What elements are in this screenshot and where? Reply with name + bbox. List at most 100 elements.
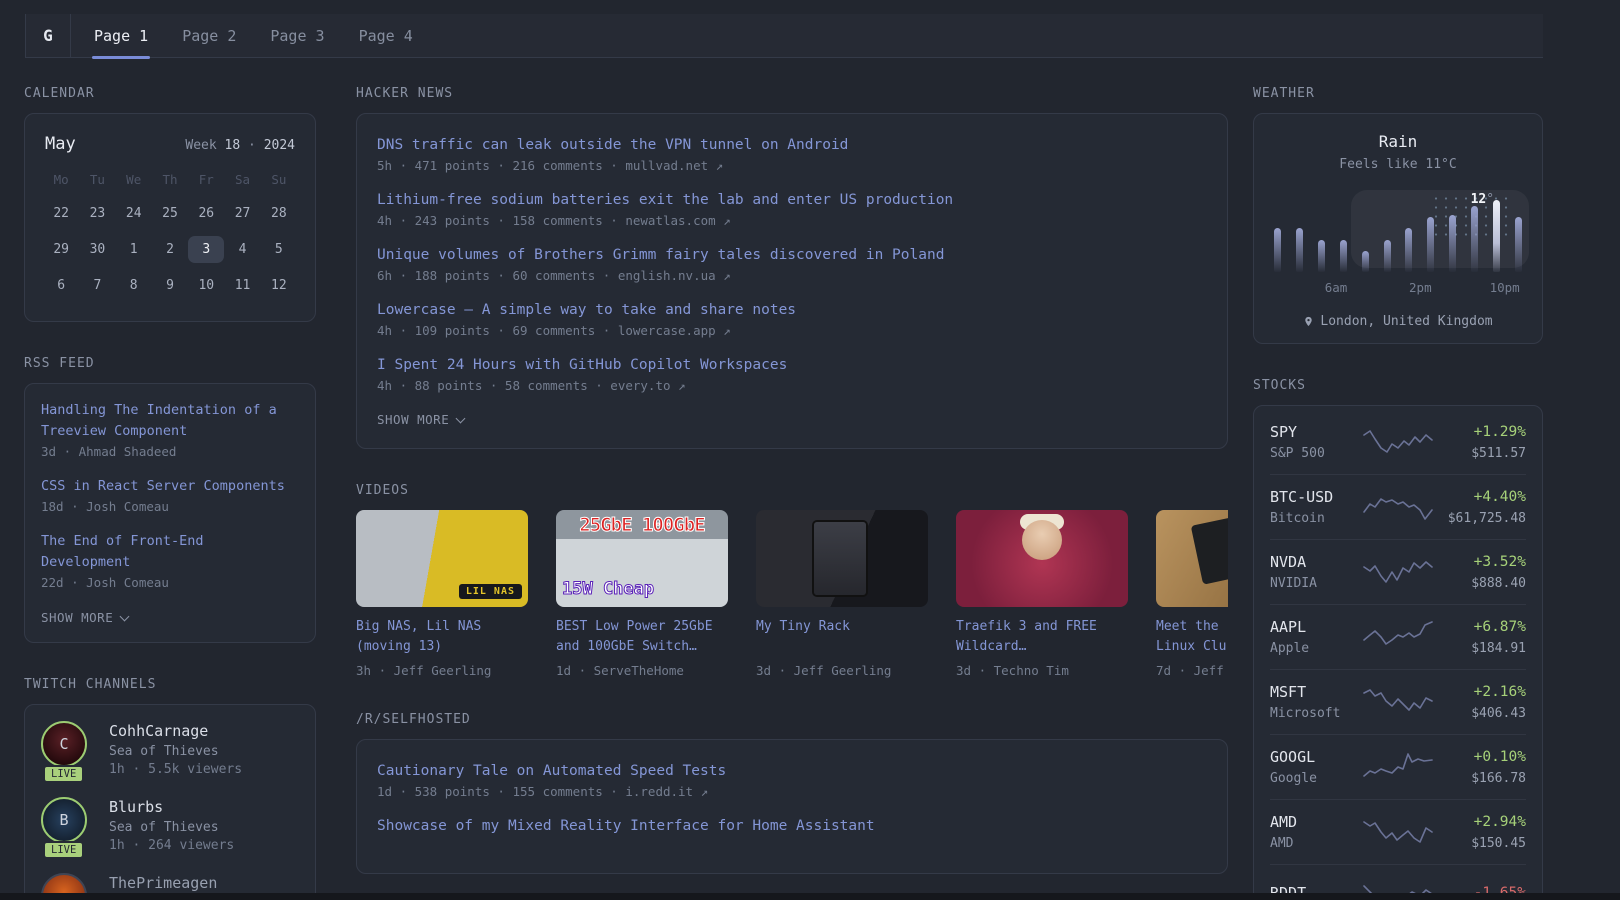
- reddit-item: Showcase of my Mixed Reality Interface f…: [377, 815, 1207, 837]
- video-thumbnail[interactable]: [756, 510, 928, 607]
- video-title-link[interactable]: My Tiny Rack: [756, 617, 928, 657]
- calendar-day: 30: [89, 242, 106, 257]
- show-more-label: SHOW MORE: [41, 610, 114, 625]
- stock-sparkline: [1362, 620, 1434, 654]
- twitch-channel-meta: 1h · 264 viewers: [109, 838, 235, 853]
- video-title-link[interactable]: Traefik 3 and FREE Wildcard…: [956, 617, 1128, 657]
- tab-page-1[interactable]: Page 1: [91, 14, 151, 59]
- weather-widget: WEATHER Rain Feels like 11°C 12° 6am 2pm…: [1253, 86, 1543, 344]
- stock-name: Google: [1270, 771, 1317, 786]
- temperature-bar: [1427, 217, 1435, 272]
- hn-item: Unique volumes of Brothers Grimm fairy t…: [377, 244, 1207, 283]
- stock-identity: AMD AMD: [1270, 813, 1362, 851]
- stock-name: Bitcoin: [1270, 511, 1325, 526]
- weather-location-text: London, United Kingdom: [1320, 314, 1493, 329]
- stock-row[interactable]: SPY S&P 500 +1.29% $511.57: [1270, 410, 1526, 474]
- video-title-link[interactable]: Meet the Linux Clu: [1156, 617, 1228, 657]
- twitch-channel-row[interactable]: C LIVE CohhCarnage Sea of Thieves 1h · 5…: [41, 721, 299, 783]
- stock-values: +6.87% $184.91: [1434, 618, 1526, 656]
- stock-name: AMD: [1270, 836, 1294, 851]
- twitch-channel-name[interactable]: Blurbs: [109, 797, 234, 817]
- calendar-card: May Week 18 · 2024 Mo Tu We Th Fr Sa Su …: [24, 113, 316, 322]
- stock-row[interactable]: MSFT Microsoft +2.16% $406.43: [1270, 669, 1526, 734]
- stock-row[interactable]: AMD AMD +2.94% $150.45: [1270, 799, 1526, 864]
- calendar-day: 25: [162, 206, 178, 221]
- stock-row[interactable]: AAPL Apple +6.87% $184.91: [1270, 604, 1526, 669]
- calendar-day: 9: [166, 278, 174, 293]
- temperature-bar: [1274, 228, 1281, 272]
- stock-symbol: MSFT: [1270, 683, 1307, 701]
- tab-page-2[interactable]: Page 2: [182, 14, 236, 57]
- video-card: LIL NAS Big NAS, Lil NAS (moving 13) 3h …: [356, 510, 528, 678]
- stock-change: +6.87%: [1473, 619, 1526, 635]
- video-thumbnail[interactable]: 25GbE 100GbE 15W Cheap: [556, 510, 728, 607]
- videos-section-title: VIDEOS: [356, 483, 409, 498]
- rss-card: Handling The Indentation of a Treeview C…: [24, 383, 316, 643]
- weather-condition: Rain: [1378, 132, 1418, 151]
- tab-page-3[interactable]: Page 3: [270, 14, 324, 57]
- stock-change: +2.94%: [1473, 814, 1526, 830]
- video-meta: 3d · Techno Tim: [956, 663, 1069, 678]
- hn-item-meta: 6h · 188 points · 60 comments · english.…: [377, 268, 731, 283]
- stock-symbol: SPY: [1270, 423, 1298, 441]
- calendar-day: 8: [129, 278, 138, 293]
- video-card: My Tiny Rack 3d · Jeff Geerling: [756, 510, 928, 678]
- axis-label: 2pm: [1409, 280, 1432, 295]
- video-title-link[interactable]: BEST Low Power 25GbE and 100GbE Switch…: [556, 617, 728, 657]
- video-thumbnail[interactable]: FA: [1156, 510, 1228, 607]
- face-graphic: [1022, 520, 1062, 560]
- hn-item: DNS traffic can leak outside the VPN tun…: [377, 134, 1207, 173]
- thumbnail-badge: LIL NAS: [458, 584, 522, 599]
- video-thumbnail[interactable]: [956, 510, 1128, 607]
- stock-values: +1.29% $511.57: [1434, 423, 1526, 461]
- twitch-channel-name[interactable]: ThePrimeagen: [109, 873, 217, 893]
- location-pin-icon: [1305, 316, 1313, 327]
- reddit-item-link[interactable]: Showcase of my Mixed Reality Interface f…: [377, 815, 1207, 837]
- hn-item-link[interactable]: Lowercase – A simple way to take and sha…: [377, 299, 1207, 321]
- weather-section-title: WEATHER: [1253, 86, 1315, 101]
- rss-show-more-button[interactable]: SHOW MORE: [41, 610, 130, 625]
- stock-price: $166.78: [1471, 771, 1526, 786]
- hn-item-link[interactable]: DNS traffic can leak outside the VPN tun…: [377, 134, 1207, 156]
- twitch-channel-row[interactable]: B LIVE Blurbs Sea of Thieves 1h · 264 vi…: [41, 797, 299, 859]
- video-meta: 3d · Jeff Geerling: [756, 663, 892, 678]
- hacker-news-widget: HACKER NEWS DNS traffic can leak outside…: [356, 86, 1228, 449]
- hn-item-link[interactable]: Unique volumes of Brothers Grimm fairy t…: [377, 244, 1207, 266]
- stock-values: +4.40% $61,725.48: [1434, 488, 1526, 526]
- hn-show-more-button[interactable]: SHOW MORE: [377, 412, 466, 427]
- rss-item-link[interactable]: CSS in React Server Components: [41, 476, 299, 497]
- stock-row[interactable]: BTC-USD Bitcoin +4.40% $61,725.48: [1270, 474, 1526, 539]
- rss-item-meta: 3d · Ahmad Shadeed: [41, 444, 177, 459]
- video-title-link[interactable]: Big NAS, Lil NAS (moving 13): [356, 617, 528, 657]
- stock-sparkline: [1362, 750, 1434, 784]
- stock-values: +2.16% $406.43: [1434, 683, 1526, 721]
- stock-change: +3.52%: [1473, 554, 1526, 570]
- stock-identity: GOOGL Google: [1270, 748, 1362, 786]
- video-card: 25GbE 100GbE 15W Cheap BEST Low Power 25…: [556, 510, 728, 678]
- calendar-section-title: CALENDAR: [24, 86, 95, 101]
- stock-row[interactable]: GOOGL Google +0.10% $166.78: [1270, 734, 1526, 799]
- rss-item-link[interactable]: The End of Front-End Development: [41, 531, 299, 573]
- reddit-item-link[interactable]: Cautionary Tale on Automated Speed Tests: [377, 760, 1207, 782]
- live-badge: LIVE: [43, 765, 85, 783]
- rss-item-link[interactable]: Handling The Indentation of a Treeview C…: [41, 400, 299, 442]
- day-header: Fr: [198, 172, 214, 187]
- hn-item-link[interactable]: Lithium-free sodium batteries exit the l…: [377, 189, 1207, 211]
- stock-change: +4.40%: [1473, 489, 1526, 505]
- stock-price: $184.91: [1471, 641, 1526, 656]
- hn-item-meta: 4h · 109 points · 69 comments · lowercas…: [377, 323, 731, 338]
- tab-page-4[interactable]: Page 4: [359, 14, 413, 57]
- hn-item-link[interactable]: I Spent 24 Hours with GitHub Copilot Wor…: [377, 354, 1207, 376]
- circuit-board-graphic: [1190, 510, 1228, 585]
- temperature-bar: [1317, 240, 1325, 272]
- video-thumbnail[interactable]: LIL NAS: [356, 510, 528, 607]
- day-header: Tu: [89, 172, 105, 187]
- calendar-day: 12: [271, 278, 287, 293]
- middle-column: HACKER NEWS DNS traffic can leak outside…: [356, 86, 1228, 900]
- day-header: Mo: [53, 172, 69, 187]
- temperature-bar: [1493, 200, 1501, 272]
- twitch-channel-name[interactable]: CohhCarnage: [109, 721, 242, 741]
- stock-row[interactable]: NVDA NVIDIA +3.52% $888.40: [1270, 539, 1526, 604]
- temperature-bar: [1295, 228, 1303, 272]
- rss-item: The End of Front-End Development 22d · J…: [41, 531, 299, 590]
